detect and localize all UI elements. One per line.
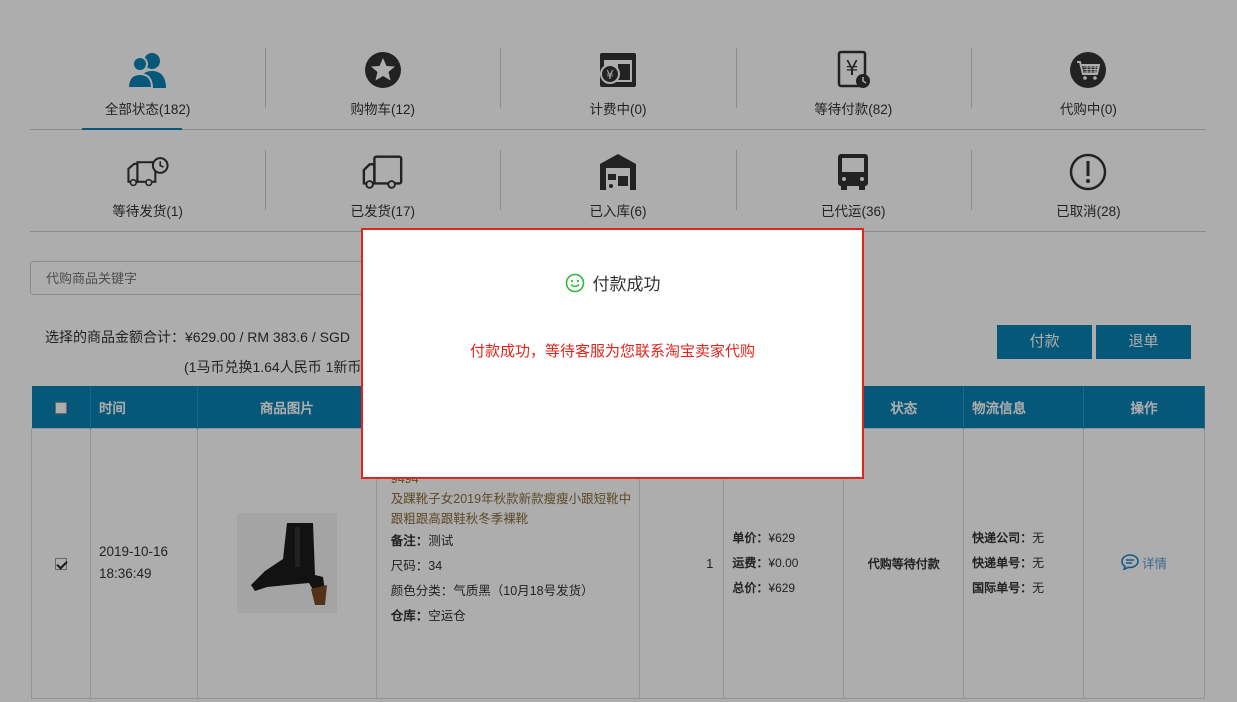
dialog-message: 付款成功，等待客服为您联系淘宝卖家代购 — [469, 343, 755, 360]
payment-success-dialog: 付款成功 付款成功，等待客服为您联系淘宝卖家代购 — [361, 228, 864, 479]
smile-icon — [565, 273, 584, 292]
dialog-title: 付款成功 — [363, 270, 862, 295]
dialog-title-text: 付款成功 — [592, 275, 661, 294]
